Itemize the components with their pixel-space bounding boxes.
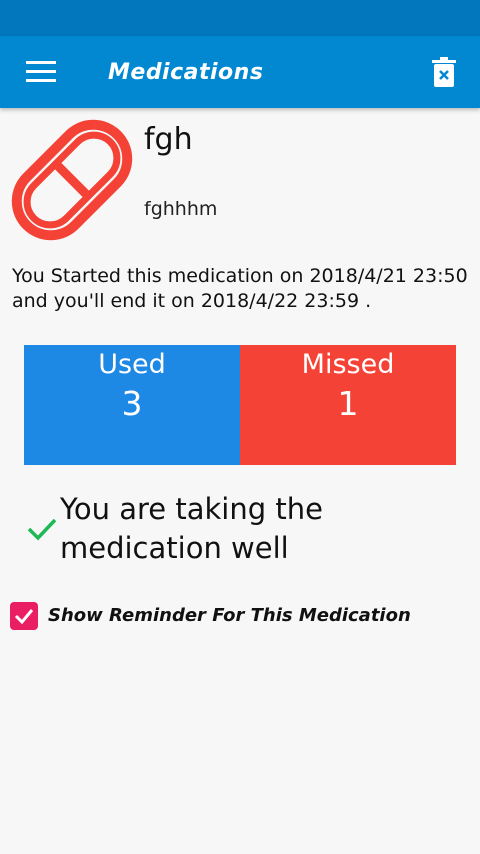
missed-count: 1 xyxy=(337,384,359,423)
used-label: Used xyxy=(98,349,166,380)
trash-delete-icon xyxy=(432,57,456,87)
pill-icon xyxy=(11,119,133,241)
usage-stats: Used 3 Missed 1 xyxy=(24,345,456,465)
show-reminder-checkbox[interactable] xyxy=(10,602,38,630)
used-stat: Used 3 xyxy=(24,345,240,465)
hamburger-menu-icon xyxy=(26,61,56,82)
used-count: 3 xyxy=(121,384,143,423)
delete-button[interactable] xyxy=(422,50,466,94)
adherence-status-message: You are taking the medication well xyxy=(60,492,323,565)
show-reminder-label[interactable]: Show Reminder For This Medication xyxy=(48,605,411,626)
missed-stat: Missed 1 xyxy=(240,345,456,465)
menu-button[interactable] xyxy=(20,52,62,92)
check-icon xyxy=(27,518,57,541)
medication-name: fgh xyxy=(144,122,193,157)
missed-label: Missed xyxy=(301,349,395,380)
app-bar: Medications xyxy=(0,36,480,108)
medication-schedule-text: You Started this medication on 2018/4/21… xyxy=(12,265,468,312)
checkmark-icon xyxy=(14,609,34,625)
app-title: Medications xyxy=(108,60,264,85)
medication-description: fghhhm xyxy=(144,198,218,220)
status-bar xyxy=(0,0,480,36)
